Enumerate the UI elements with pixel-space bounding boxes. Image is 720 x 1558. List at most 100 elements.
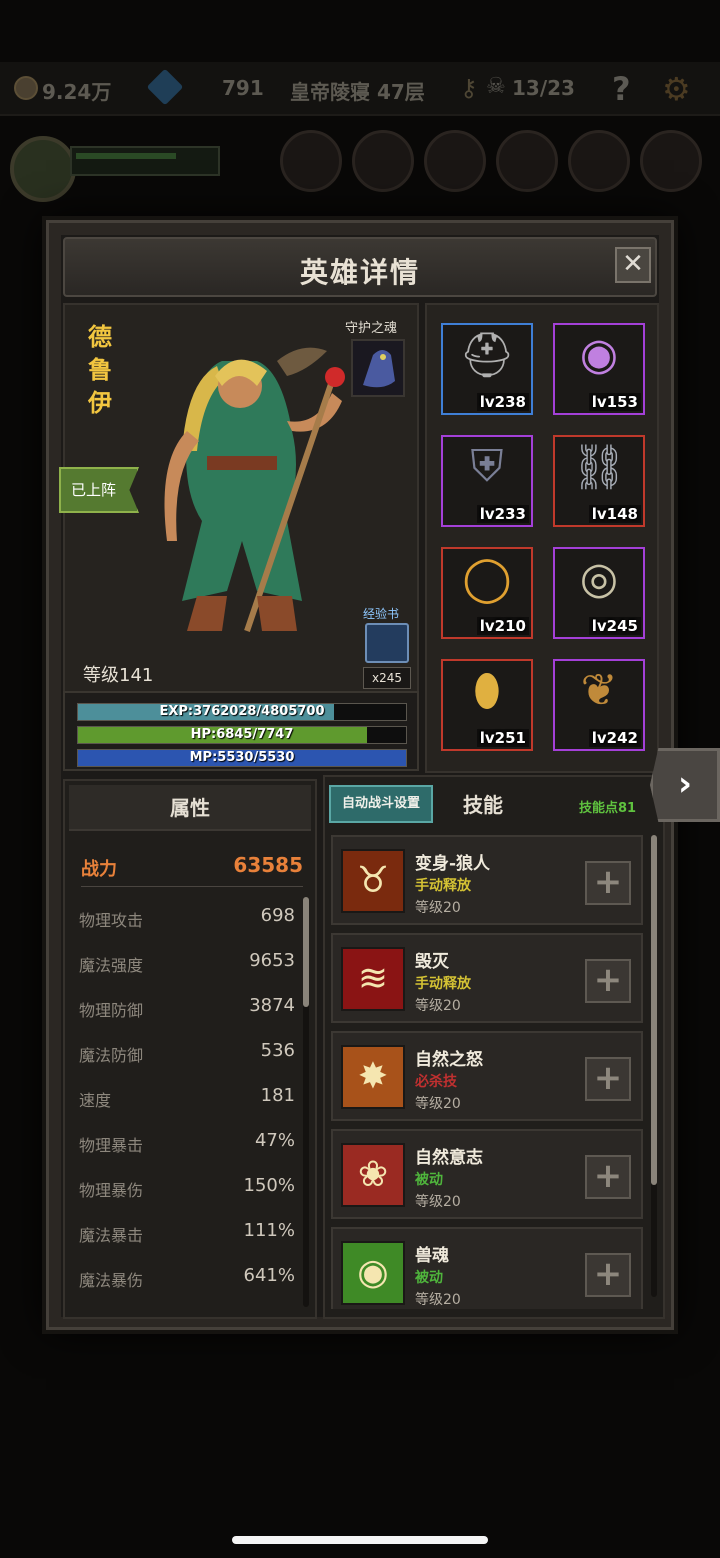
skills-scrollbar[interactable] [651, 835, 657, 1297]
diamond-icon [146, 68, 184, 106]
ring-gold-icon: ◯ [462, 553, 512, 604]
equipment-level: lv245 [588, 617, 641, 635]
hero-name: 德鲁伊 [88, 323, 112, 417]
equipment-slot-boots[interactable]: ⛓ lv148 [553, 435, 645, 527]
skill-item[interactable]: ≋ 毁灭 手动释放 等级20 + [331, 933, 643, 1023]
player-portrait[interactable] [10, 136, 76, 202]
attribute-row: 物理暴伤 150% [79, 1173, 295, 1203]
close-button[interactable]: ✕ [615, 247, 651, 283]
power-value: 63585 [233, 853, 303, 877]
skill-type: 手动释放 [415, 878, 471, 894]
equipment-slot-wings[interactable]: ❦ lv242 [553, 659, 645, 751]
hero-stat-bars: EXP:3762028/4805700 HP:6845/7747 MP:5530… [63, 691, 419, 771]
attribute-row: 魔法暴伤 641% [79, 1263, 295, 1293]
attribute-label: 物理暴击 [79, 1136, 144, 1155]
skill-item[interactable]: ❀ 自然意志 被动 等级20 + [331, 1129, 643, 1219]
skill-type: 手动释放 [415, 976, 471, 992]
bg-skill-slot-5 [568, 130, 630, 192]
attribute-label: 魔法暴伤 [79, 1271, 144, 1290]
equipment-slot-ring-2[interactable]: ◎ lv245 [553, 547, 645, 639]
hero-portrait-area: 德鲁伊 已上阵 守护之魂 经验书 x245 等级141 [59, 303, 419, 703]
gold-coin-icon [14, 76, 38, 100]
attribute-value: 536 [260, 1040, 295, 1061]
help-button[interactable]: ? [612, 70, 631, 108]
upgrade-skill-button[interactable]: + [585, 1057, 631, 1101]
attribute-label: 魔法暴击 [79, 1226, 144, 1245]
upgrade-skill-button[interactable]: + [585, 1253, 631, 1297]
player-status-bar [70, 146, 220, 176]
upgrade-skill-button[interactable]: + [585, 959, 631, 1003]
equipment-level: lv153 [588, 393, 641, 411]
skill-item[interactable]: ◉ 兽魂 被动 等级20 + [331, 1227, 643, 1309]
skill-points: 技能点81 [579, 801, 637, 816]
attribute-row: 物理暴击 47% [79, 1128, 295, 1158]
home-indicator[interactable] [232, 1536, 488, 1544]
wing-icon: ❦ [580, 665, 618, 716]
attribute-value: 47% [254, 1130, 295, 1151]
skill-level: 等级20 [415, 1292, 461, 1308]
skill-item[interactable]: ♉ 变身-狼人 手动释放 等级20 + [331, 835, 643, 925]
skill-level: 等级20 [415, 1096, 461, 1112]
power-label: 战力 [81, 859, 117, 880]
equipment-level: lv238 [476, 393, 529, 411]
helmet-icon: ⛑ [459, 330, 515, 381]
upgrade-skill-button[interactable]: + [585, 1155, 631, 1199]
equipment-level: lv233 [476, 505, 529, 523]
necklace-icon: ◉ [579, 329, 619, 380]
auto-battle-settings-button[interactable]: 自动战斗设置 [329, 785, 433, 823]
skills-panel: 自动战斗设置 技能 技能点81 ♉ 变身-狼人 手动释放 等级20 + ≋ 毁灭… [323, 775, 665, 1319]
equipment-slot-helmet[interactable]: ⛑ lv238 [441, 323, 533, 415]
werewolf-icon: ♉ [341, 849, 405, 913]
gear-icon[interactable]: ⚙ [662, 70, 691, 108]
equipment-slot-armor[interactable]: ⛨ lv233 [441, 435, 533, 527]
exp-bar-label: EXP:3762028/4805700 [159, 704, 325, 719]
equipment-slot-ring-1[interactable]: ◯ lv210 [441, 547, 533, 639]
equipment-level: lv210 [476, 617, 529, 635]
bg-skill-slot-2 [352, 130, 414, 192]
equipment-level: lv242 [588, 729, 641, 747]
armor-icon: ⛨ [470, 441, 504, 492]
hero-level: 等级141 [83, 665, 154, 686]
dungeon-location: 皇帝陵寝 47层 [290, 80, 425, 104]
ring-silver-icon: ◎ [579, 553, 619, 604]
skill-level: 等级20 [415, 900, 461, 916]
equipment-grid: ⛑ lv238 ◉ lv153 ⛨ lv233 ⛓ lv148 ◯ lv210 … [425, 303, 659, 773]
guardian-bird-icon[interactable] [351, 339, 405, 397]
claw-icon: ≋ [341, 947, 405, 1011]
attributes-panel: 属性 战力 63585 物理攻击 698 魔法强度 9653 物理防御 3874 魔法… [63, 779, 317, 1319]
skill-name: 毁灭 [415, 952, 449, 972]
skill-type: 必杀技 [415, 1074, 457, 1090]
top-resource-bar: 9.24万 791 皇帝陵寝 47层 ⚷ ☠ 13/23 ? ⚙ [0, 62, 720, 116]
equipment-slot-necklace[interactable]: ◉ lv153 [553, 323, 645, 415]
power-row: 战力 63585 [81, 851, 303, 887]
hero-figure [164, 347, 345, 632]
key-icon: ⚷ [460, 74, 478, 102]
exp-book-count: x245 [363, 667, 411, 689]
attribute-label: 物理暴伤 [79, 1181, 144, 1200]
attributes-scrollbar[interactable] [303, 897, 309, 1307]
equipment-slot-trinket[interactable]: ⬮ lv251 [441, 659, 533, 751]
hp-bar-label: HP:6845/7747 [190, 727, 294, 742]
exp-bar: EXP:3762028/4805700 [77, 703, 407, 721]
bg-skill-slot-1 [280, 130, 342, 192]
mp-bar: MP:5530/5530 [77, 749, 407, 767]
kill-count: 13/23 [512, 76, 575, 100]
dialog-title: 英雄详情 [299, 256, 420, 289]
skill-level: 等级20 [415, 998, 461, 1014]
bg-skill-slot-6 [640, 130, 702, 192]
exp-book-label: 经验书 [363, 607, 400, 621]
paw-icon: ❀ [341, 1143, 405, 1207]
upgrade-skill-button[interactable]: + [585, 861, 631, 905]
skills-title: 技能 [463, 793, 503, 817]
attribute-value: 698 [260, 905, 295, 926]
skill-type: 被动 [415, 1172, 443, 1188]
skill-name: 兽魂 [415, 1246, 449, 1266]
attribute-label: 魔法强度 [79, 956, 144, 975]
bg-skill-slot-4 [496, 130, 558, 192]
attribute-row: 魔法暴击 111% [79, 1218, 295, 1248]
skill-item[interactable]: ✸ 自然之怒 必杀技 等级20 + [331, 1031, 643, 1121]
next-hero-button[interactable]: › [650, 748, 720, 822]
skill-list[interactable]: ♉ 变身-狼人 手动释放 等级20 + ≋ 毁灭 手动释放 等级20 + ✸ 自… [331, 835, 643, 1309]
attribute-value: 181 [260, 1085, 295, 1106]
exp-book-icon[interactable] [365, 623, 409, 663]
